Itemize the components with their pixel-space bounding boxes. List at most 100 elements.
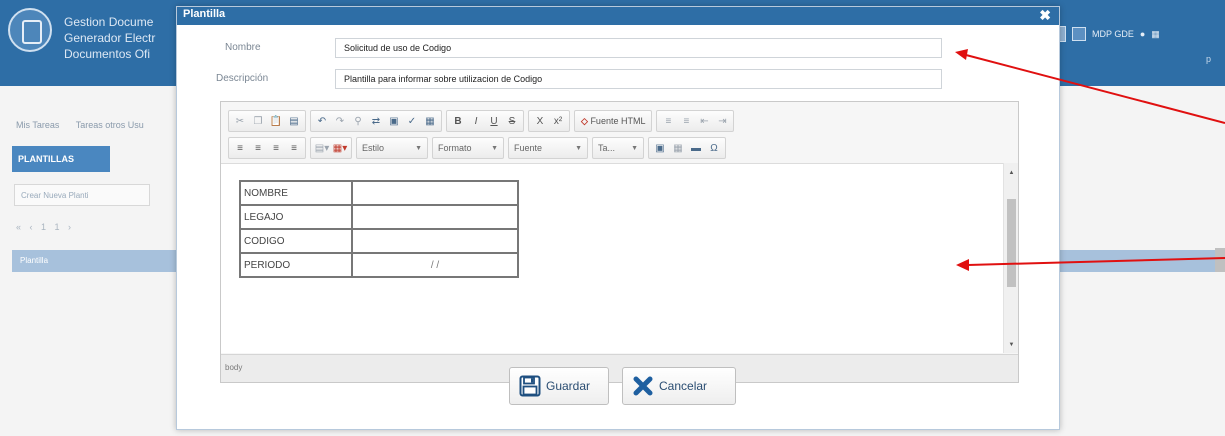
save-button[interactable]: Guardar	[509, 367, 609, 405]
align-left-icon[interactable]: ≡	[232, 140, 248, 156]
font-select[interactable]: Fuente ▼	[508, 137, 588, 159]
italic-button[interactable]: I	[468, 113, 484, 129]
list-group: ≡ ≡ ⇤ ⇥	[656, 110, 735, 132]
cancel-button[interactable]: Cancelar	[622, 367, 736, 405]
paste-word-icon[interactable]: ▤	[286, 113, 302, 129]
chevron-down-icon: ▼	[491, 144, 498, 152]
new-template-button[interactable]: Crear Nueva Planti	[14, 184, 150, 206]
breadcrumb: Mis Tareas Tareas otros Usu	[16, 120, 158, 130]
table-cell-key[interactable]: LEGAJO	[239, 204, 353, 230]
table-row: CODIGO	[239, 228, 519, 254]
format-group: B I U S	[446, 110, 524, 132]
justify-icon[interactable]: ≡	[286, 140, 302, 156]
table-cell-value[interactable]: / /	[351, 252, 519, 278]
indent-icon[interactable]: ⇥	[714, 113, 730, 129]
numbered-list-icon[interactable]: ≡	[660, 113, 676, 129]
descripcion-label: Descripción	[216, 73, 269, 84]
table-cell-key[interactable]: CODIGO	[239, 228, 353, 254]
chevron-down-icon: ▼	[415, 144, 422, 152]
spellcheck-icon[interactable]: ✓	[404, 113, 420, 129]
close-icon[interactable]: ✖	[1039, 7, 1051, 23]
government-seal-logo	[8, 8, 52, 52]
header-user-area: MDP GDE ● ▦	[1050, 24, 1160, 44]
floppy-disk-icon	[518, 374, 542, 398]
source-group: ◇ Fuente HTML	[574, 110, 653, 132]
table-cell-value[interactable]	[351, 228, 519, 254]
align-right-icon[interactable]: ≡	[268, 140, 284, 156]
dialog-title: Plantilla	[183, 8, 226, 20]
special-char-icon[interactable]: Ω	[706, 140, 722, 156]
template-dialog: Plantilla ✖ Nombre Descripción ✂ ❐ 📋 ▤ ↶…	[176, 6, 1060, 430]
undo-icon[interactable]: ↶	[314, 113, 330, 129]
replace-icon[interactable]: ⇄	[368, 113, 384, 129]
table-cell-value[interactable]	[351, 180, 519, 206]
clipboard-group: ✂ ❐ 📋 ▤	[228, 110, 306, 132]
bulleted-list-icon[interactable]: ≡	[678, 113, 694, 129]
source-html-label: Fuente HTML	[590, 115, 646, 126]
align-center-icon[interactable]: ≡	[250, 140, 266, 156]
scissors-icon[interactable]: ✂	[232, 113, 248, 129]
tab-plantillas[interactable]: PLANTILLAS	[12, 146, 110, 172]
redo-icon[interactable]: ↷	[332, 113, 348, 129]
scroll-up-icon[interactable]: ▲	[1004, 167, 1019, 179]
image-icon[interactable]: ▣	[652, 140, 668, 156]
superscript-button[interactable]: x²	[550, 113, 566, 129]
paste-icon[interactable]: 📋	[268, 113, 284, 129]
table-cell-key[interactable]: NOMBRE	[239, 180, 353, 206]
style-select-label: Estilo	[362, 143, 385, 153]
format-select[interactable]: Formato ▼	[432, 137, 504, 159]
pager[interactable]: « ‹ 1 1 ›	[16, 222, 74, 232]
table-row: PERIODO / /	[239, 252, 519, 278]
align-group: ≡ ≡ ≡ ≡	[228, 137, 306, 159]
editor-toolbar-row-1: ✂ ❐ 📋 ▤ ↶ ↷ ⚲ ⇄ ▣ ✓ ▦ B I U S X x² ◇ Fue…	[228, 109, 735, 133]
table-rows-icon[interactable]: ▤▾	[314, 140, 330, 156]
content-table[interactable]: NOMBRE LEGAJO CODIGO PERIODO / /	[239, 180, 519, 278]
nombre-input[interactable]	[335, 38, 942, 58]
element-path[interactable]: body	[225, 363, 242, 372]
scroll-thumb[interactable]	[1007, 199, 1016, 287]
nav-item-mis-tareas[interactable]: Mis Tareas	[16, 120, 59, 130]
insert-group: ▣ ▦ ▬ Ω	[648, 137, 726, 159]
grid-icon[interactable]: ▦	[422, 113, 438, 129]
editor-toolbar-row-2: ≡ ≡ ≡ ≡ ▤▾ ▦▾ Estilo ▼ Formato ▼ Fuente ▼ T…	[228, 136, 726, 160]
subscript-button[interactable]: X	[532, 113, 548, 129]
copy-icon[interactable]	[1072, 27, 1086, 41]
source-html-button[interactable]: ◇ Fuente HTML	[578, 116, 648, 127]
outdent-icon[interactable]: ⇤	[696, 113, 712, 129]
horizontal-rule-icon[interactable]: ▬	[688, 140, 704, 156]
dialog-titlebar: Plantilla ✖	[177, 7, 1059, 25]
table-tools-group: ▤▾ ▦▾	[310, 137, 352, 159]
scroll-down-icon[interactable]: ▼	[1004, 339, 1019, 351]
nav-item-tareas-otros[interactable]: Tareas otros Usu	[76, 120, 144, 130]
style-select[interactable]: Estilo ▼	[356, 137, 428, 159]
table-cell-key[interactable]: PERIODO	[239, 252, 353, 278]
apps-grid-icon[interactable]: ▦	[1151, 29, 1160, 40]
select-all-icon[interactable]: ▣	[386, 113, 402, 129]
user-sub-label: p	[1206, 54, 1212, 64]
scrollbar[interactable]	[1215, 248, 1225, 272]
bold-button[interactable]: B	[450, 113, 466, 129]
edit-group: ↶ ↷ ⚲ ⇄ ▣ ✓ ▦	[310, 110, 442, 132]
table-cols-icon[interactable]: ▦▾	[332, 140, 348, 156]
copy-icon[interactable]: ❐	[250, 113, 266, 129]
user-icon[interactable]: ●	[1140, 29, 1145, 39]
element-path-bar: body	[221, 354, 1018, 382]
save-label: Guardar	[546, 379, 591, 393]
find-icon[interactable]: ⚲	[350, 113, 366, 129]
table-cell-value[interactable]	[351, 204, 519, 230]
editor-scrollbar[interactable]: ▲ ▼	[1003, 163, 1018, 353]
format-select-label: Formato	[438, 143, 472, 153]
underline-button[interactable]: U	[486, 113, 502, 129]
editor-content-area[interactable]: NOMBRE LEGAJO CODIGO PERIODO / /	[221, 163, 1003, 353]
strike-button[interactable]: S	[504, 113, 520, 129]
table-row: LEGAJO	[239, 204, 519, 230]
cancel-label: Cancelar	[659, 379, 708, 393]
nombre-label: Nombre	[225, 42, 261, 53]
chevron-down-icon: ▼	[575, 144, 582, 152]
close-icon	[631, 374, 655, 398]
user-label[interactable]: MDP GDE	[1092, 29, 1134, 39]
size-select[interactable]: Ta... ▼	[592, 137, 644, 159]
table-icon[interactable]: ▦	[670, 140, 686, 156]
size-select-label: Ta...	[598, 143, 616, 153]
descripcion-input[interactable]	[335, 69, 942, 89]
